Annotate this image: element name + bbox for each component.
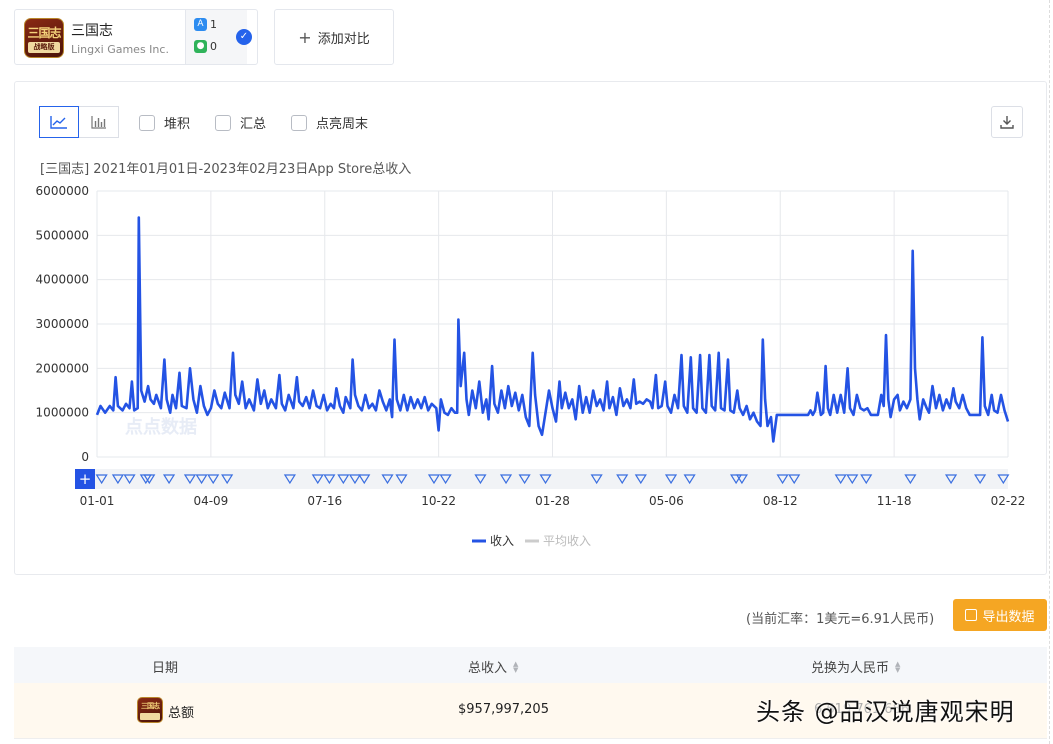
plus-icon: + [298,28,311,47]
android-count-row: ● 0 [194,40,217,53]
app-selector-card[interactable]: 三国志 战略版 三国志 Lingxi Games Inc. A 1 ● 0 ✓ [14,9,258,65]
x-tick-label: 01-28 [535,494,570,508]
legend-item[interactable]: 平均收入 [543,534,591,548]
app-developer: Lingxi Games Inc. [71,43,169,56]
selected-check-icon[interactable]: ✓ [236,29,252,45]
add-compare-label: 添加对比 [318,28,370,47]
app-store-icon: A [194,18,207,31]
header-date-label: 日期 [152,657,178,676]
app-logo: 三国志 战略版 [24,18,64,58]
app-logo-text: 三国志 [25,24,63,41]
revenue-line-chart: 6000000 5000000 4000000 3000000 2000000 10000… [15,82,1046,552]
android-count: 0 [210,40,217,53]
header-total-revenue[interactable]: 总收入 ▲▼ [468,657,518,676]
sort-icon[interactable]: ▲▼ [895,661,900,673]
export-icon [965,609,977,621]
y-tick-label: 3000000 [36,317,89,331]
row-logo-text: 三国志 [138,701,162,711]
export-label: 导出数据 [982,606,1034,625]
row-total-revenue: $957,997,205 [458,702,549,717]
exchange-rate-note: (当前汇率：1美元=6.91人民币) [746,608,934,627]
export-data-button[interactable]: 导出数据 [953,599,1047,631]
brand-watermark: 点点数据 [125,416,197,438]
add-compare-button[interactable]: + 添加对比 [274,9,394,65]
x-tick-label: 01-01 [80,494,115,508]
x-tick-label: 05-06 [649,494,684,508]
y-tick-label: 6000000 [36,184,89,198]
row-label: 总额 [168,702,194,721]
y-tick-label: 2000000 [36,361,89,375]
header-cny[interactable]: 兑换为人民币 ▲▼ [811,657,900,676]
legend-item[interactable]: 收入 [490,534,514,548]
plus-icon: + [79,470,92,488]
ios-count-row: A 1 [194,18,217,31]
app-logo-small: 三国志 [137,697,163,723]
header-date[interactable]: 日期 [152,657,178,676]
y-tick-label: 5000000 [36,228,89,242]
page-edge-divider [1049,0,1053,744]
x-tick-label: 11-18 [877,494,912,508]
x-tick-label: 07-16 [307,494,342,508]
sort-icon[interactable]: ▲▼ [513,661,518,673]
x-tick-label: 10-22 [421,494,456,508]
x-tick-label: 04-09 [193,494,228,508]
table-header: 日期 总收入 ▲▼ 兑换为人民币 ▲▼ [14,647,1047,683]
android-icon: ● [194,40,207,53]
chart-card: 堆积 汇总 点亮周末 [三国志] 2021年01月01日-2023年02月23日… [14,81,1047,575]
y-tick-label: 4000000 [36,273,89,287]
ios-count: 1 [210,18,217,31]
x-tick-label: 02-22 [991,494,1026,508]
overlay-watermark: 头条 @品汉说唐观宋明 [756,692,1015,727]
y-tick-label: 0 [81,450,89,464]
app-logo-subtext: 战略版 [28,42,60,53]
x-tick-label: 08-12 [763,494,798,508]
header-cny-label: 兑换为人民币 [811,657,889,676]
header-total-label: 总收入 [468,657,507,676]
app-name: 三国志 [71,20,113,40]
y-tick-label: 1000000 [36,406,89,420]
